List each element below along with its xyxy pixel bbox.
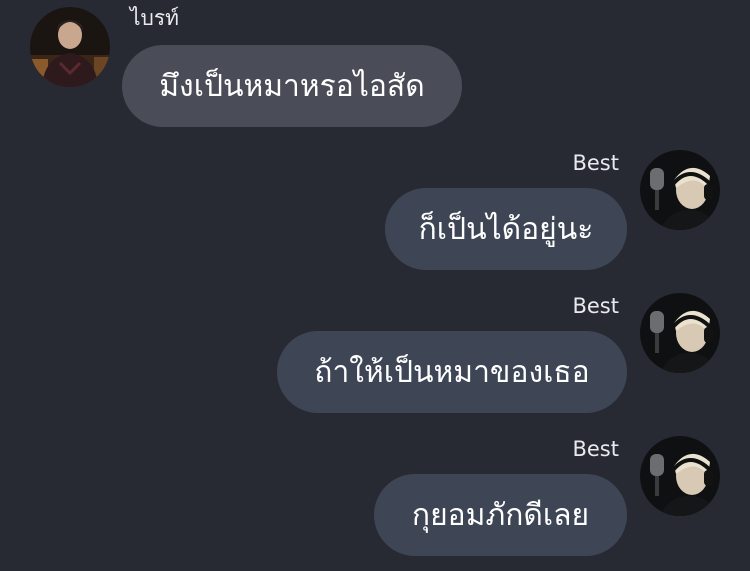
message-bubble[interactable]: มึงเป็นหมาหรอไอสัด [122,45,462,127]
sender-name: Best [572,151,619,175]
avatar-best[interactable] [640,293,720,373]
message-text: กุยอมภักดีเลย [411,497,590,533]
avatar-bright[interactable] [30,7,110,87]
message-text: ถ้าให้เป็นหมาของเธอ [314,354,590,390]
message-text: มึงเป็นหมาหรอไอสัด [159,68,425,104]
message-bubble[interactable]: ก็เป็นได้อยู่นะ [385,188,627,270]
avatar-best[interactable] [640,436,720,516]
chat-thread: ไบรท์ มึงเป็นหมาหรอไอสัด Best ก็เป็นได้อ… [0,0,750,571]
sender-name: ไบรท์ [130,6,180,30]
sender-name: Best [572,294,619,318]
message-bubble[interactable]: กุยอมภักดีเลย [374,474,627,556]
message-text: ก็เป็นได้อยู่นะ [418,211,594,247]
sender-name: Best [572,437,619,461]
avatar-best[interactable] [640,150,720,230]
message-bubble[interactable]: ถ้าให้เป็นหมาของเธอ [277,331,627,413]
